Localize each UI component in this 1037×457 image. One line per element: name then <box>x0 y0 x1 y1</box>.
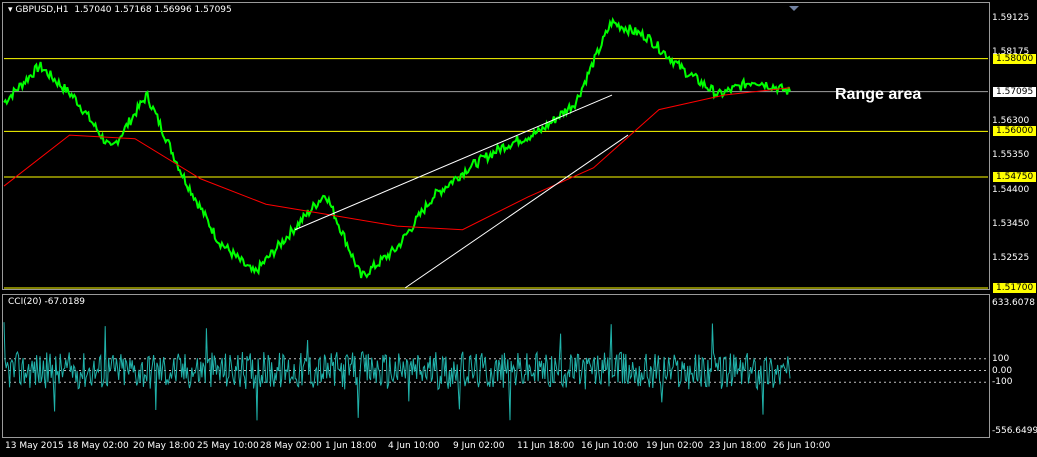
cci-axis-label: -556.6499 <box>992 426 1037 436</box>
price-axis-label: 1.55350 <box>992 150 1030 161</box>
price-axis-label: 1.59125 <box>992 12 1030 23</box>
time-axis-label: 18 May 02:00 <box>67 441 129 451</box>
cci-axis-label: -100 <box>992 377 1013 388</box>
time-axis-label: 9 Jun 02:00 <box>453 441 505 451</box>
moving-average-line <box>3 87 791 231</box>
time-axis-label: 4 Jun 10:00 <box>388 441 440 451</box>
time-axis-label: 19 Jun 02:00 <box>646 441 704 451</box>
time-axis-label: 16 Jun 10:00 <box>581 441 639 451</box>
symbol-name: GBPUSD,H1 <box>15 5 69 15</box>
time-axis-label: 13 May 2015 <box>5 441 64 451</box>
symbol-info: ▾ GBPUSD,H1 1.57040 1.57168 1.56996 1.57… <box>8 5 232 15</box>
level-tag: 1.56000 <box>993 126 1037 137</box>
cci-series-line <box>3 322 791 421</box>
lower-trendline <box>404 134 629 289</box>
time-axis-label: 23 Jun 18:00 <box>709 441 767 451</box>
price-axis-label: 1.52525 <box>992 252 1030 263</box>
cci-axis-label: 100 <box>992 353 1010 364</box>
cci-axis-label: 0.00 <box>992 365 1013 376</box>
current-price-tag: 1.57095 <box>993 86 1037 97</box>
upper-trendline <box>294 94 613 231</box>
triangle-down-icon[interactable]: ▾ <box>8 5 13 15</box>
ohlc-values: 1.57040 1.57168 1.56996 1.57095 <box>74 5 232 15</box>
price-axis-label: 1.56300 <box>992 115 1030 126</box>
time-axis-label: 28 May 02:00 <box>260 441 322 451</box>
level-tag: 1.51700 <box>993 283 1037 293</box>
time-axis-label: 11 Jun 18:00 <box>517 441 575 451</box>
time-axis-label: 20 May 18:00 <box>133 441 195 451</box>
time-axis-label: 1 Jun 18:00 <box>325 441 377 451</box>
cci-axis-label: 633.6078 <box>992 298 1035 308</box>
time-axis-label: 25 May 10:00 <box>197 441 259 451</box>
cci-label: CCI(20) -67.0189 <box>8 297 86 307</box>
price-axis-label: 1.53450 <box>992 219 1030 230</box>
chart-canvas <box>3 6 988 421</box>
price-axis-label: 1.54400 <box>992 184 1030 195</box>
scroll-marker-icon <box>789 6 799 11</box>
level-tag: 1.54750 <box>993 171 1037 182</box>
range-area-label: Range area <box>835 86 922 103</box>
time-axis-label: 26 Jun 10:00 <box>773 441 831 451</box>
level-tag: 1.58000 <box>993 53 1037 64</box>
